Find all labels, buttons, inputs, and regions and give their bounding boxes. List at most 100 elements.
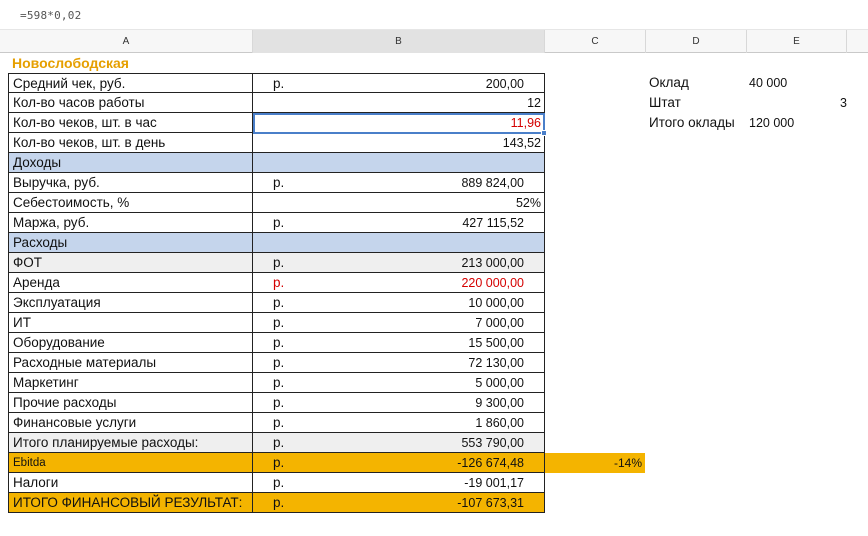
cell-unit[interactable]: р. <box>253 353 373 373</box>
cell-label[interactable]: Средний чек, руб. <box>8 73 253 93</box>
cell-unit[interactable]: р. <box>253 413 373 433</box>
table-row: Маркетинг р. 5 000,00 <box>0 373 868 393</box>
cell-value[interactable]: 427 115,52 <box>373 213 545 233</box>
side-label[interactable]: Итого оклады <box>649 113 747 133</box>
table-row: Выручка, руб. р. 889 824,00 <box>0 173 868 193</box>
table-row: Средний чек, руб. р. 200,00 Оклад 40 000 <box>0 73 868 93</box>
cell-label[interactable]: Себестоимость, % <box>8 193 253 213</box>
cell-value[interactable]: 11,96 <box>253 113 545 133</box>
cell-label[interactable]: Налоги <box>8 473 253 493</box>
cell-percent[interactable]: -14% <box>545 453 645 473</box>
cell-value[interactable]: 5 000,00 <box>373 373 545 393</box>
cell-value[interactable]: -126 674,48 <box>373 453 545 473</box>
cell-label[interactable]: Маржа, руб. <box>8 213 253 233</box>
table-row: Новослободская <box>0 53 868 73</box>
side-label[interactable]: Штат <box>649 93 747 113</box>
column-header-bar: A B C D E <box>0 30 868 53</box>
cell-label[interactable]: ИТОГО ФИНАНСОВЫЙ РЕЗУЛЬТАТ: <box>8 493 253 513</box>
table-row: ИТОГО ФИНАНСОВЫЙ РЕЗУЛЬТАТ: р. -107 673,… <box>0 493 868 513</box>
column-header-b[interactable]: B <box>253 30 545 53</box>
table-row: Расходные материалы р. 72 130,00 <box>0 353 868 373</box>
cell-unit[interactable]: р. <box>253 293 373 313</box>
cell-value[interactable]: 889 824,00 <box>373 173 545 193</box>
table-row: Налоги р. -19 001,17 <box>0 473 868 493</box>
table-row: Кол-во чеков, шт. в час 11,96 Итого окла… <box>0 113 868 133</box>
cell-value[interactable]: -107 673,31 <box>373 493 545 513</box>
cell-label[interactable]: Кол-во чеков, шт. в день <box>8 133 253 153</box>
cell-label[interactable]: Кол-во часов работы <box>8 93 253 113</box>
side-value[interactable]: 3 <box>749 93 847 113</box>
cell-value[interactable]: 52% <box>253 193 545 213</box>
side-value[interactable]: 40 000 <box>749 73 847 93</box>
table-row: ФОТ р. 213 000,00 <box>0 253 868 273</box>
sheet-title[interactable]: Новослободская <box>8 53 253 73</box>
table-row: Итого планируемые расходы: р. 553 790,00 <box>0 433 868 453</box>
cell-unit[interactable]: р. <box>253 373 373 393</box>
cell-label[interactable]: Итого планируемые расходы: <box>8 433 253 453</box>
cell-value[interactable]: 220 000,00 <box>373 273 545 293</box>
cell-value[interactable]: 1 860,00 <box>373 413 545 433</box>
cell-unit[interactable]: р. <box>253 73 373 93</box>
section-header-expenses[interactable]: Расходы <box>8 233 253 253</box>
table-row: Эксплуатация р. 10 000,00 <box>0 293 868 313</box>
side-label[interactable]: Оклад <box>649 73 747 93</box>
cell-label[interactable]: ФОТ <box>8 253 253 273</box>
table-row: Ebitda р. -126 674,48 -14% <box>0 453 868 473</box>
column-header-c[interactable]: C <box>545 30 646 53</box>
cell-value[interactable]: -19 001,17 <box>373 473 545 493</box>
cell-unit[interactable]: р. <box>253 473 373 493</box>
cell-value[interactable]: 9 300,00 <box>373 393 545 413</box>
column-header-d[interactable]: D <box>646 30 747 53</box>
cell-unit[interactable]: р. <box>253 493 373 513</box>
table-row: Расходы <box>0 233 868 253</box>
cell-label[interactable]: Аренда <box>8 273 253 293</box>
fill-handle[interactable] <box>541 130 547 136</box>
cell-unit[interactable]: р. <box>253 173 373 193</box>
cell-value[interactable]: 72 130,00 <box>373 353 545 373</box>
cell-value[interactable]: 7 000,00 <box>373 313 545 333</box>
table-row: Оборудование р. 15 500,00 <box>0 333 868 353</box>
cell-label[interactable]: Оборудование <box>8 333 253 353</box>
cell-value[interactable]: 553 790,00 <box>373 433 545 453</box>
cell-value[interactable] <box>253 153 545 173</box>
cell-label[interactable]: Эксплуатация <box>8 293 253 313</box>
table-row: Себестоимость, % 52% <box>0 193 868 213</box>
cell-unit[interactable]: р. <box>253 453 373 473</box>
cell-unit[interactable]: р. <box>253 253 373 273</box>
column-header-e[interactable]: E <box>747 30 847 53</box>
table-row: Аренда р. 220 000,00 <box>0 273 868 293</box>
spreadsheet-grid: Новослободская Средний чек, руб. р. 200,… <box>0 53 868 536</box>
cell-value[interactable]: 200,00 <box>373 73 545 93</box>
cell-value[interactable]: 143,52 <box>253 133 545 153</box>
side-value[interactable]: 120 000 <box>749 113 847 133</box>
cell-value[interactable]: 15 500,00 <box>373 333 545 353</box>
table-row: ИТ р. 7 000,00 <box>0 313 868 333</box>
cell-unit[interactable]: р. <box>253 213 373 233</box>
table-row: Финансовые услуги р. 1 860,00 <box>0 413 868 433</box>
cell-label[interactable]: Прочие расходы <box>8 393 253 413</box>
table-row: Кол-во чеков, шт. в день 143,52 <box>0 133 868 153</box>
cell-unit[interactable]: р. <box>253 333 373 353</box>
table-row: Прочие расходы р. 9 300,00 <box>0 393 868 413</box>
cell-label[interactable]: Ebitda <box>8 453 253 473</box>
formula-bar[interactable]: =598*0,02 <box>0 0 868 30</box>
cell-unit[interactable]: р. <box>253 393 373 413</box>
cell-unit[interactable]: р. <box>253 433 373 453</box>
cell-unit[interactable]: р. <box>253 313 373 333</box>
cell-label[interactable]: Кол-во чеков, шт. в час <box>8 113 253 133</box>
cell-unit[interactable]: р. <box>253 273 373 293</box>
cell-label[interactable]: Выручка, руб. <box>8 173 253 193</box>
cell-label[interactable]: Расходные материалы <box>8 353 253 373</box>
cell-value[interactable]: 213 000,00 <box>373 253 545 273</box>
cell-label[interactable]: Маркетинг <box>8 373 253 393</box>
cell-label[interactable]: Финансовые услуги <box>8 413 253 433</box>
table-row: Маржа, руб. р. 427 115,52 <box>0 213 868 233</box>
cell-value[interactable]: 12 <box>253 93 545 113</box>
column-header-a[interactable]: A <box>0 30 253 53</box>
formula-text[interactable]: =598*0,02 <box>20 9 81 22</box>
cell-value[interactable] <box>253 233 545 253</box>
table-row: Доходы <box>0 153 868 173</box>
cell-label[interactable]: ИТ <box>8 313 253 333</box>
cell-value[interactable]: 10 000,00 <box>373 293 545 313</box>
section-header-income[interactable]: Доходы <box>8 153 253 173</box>
